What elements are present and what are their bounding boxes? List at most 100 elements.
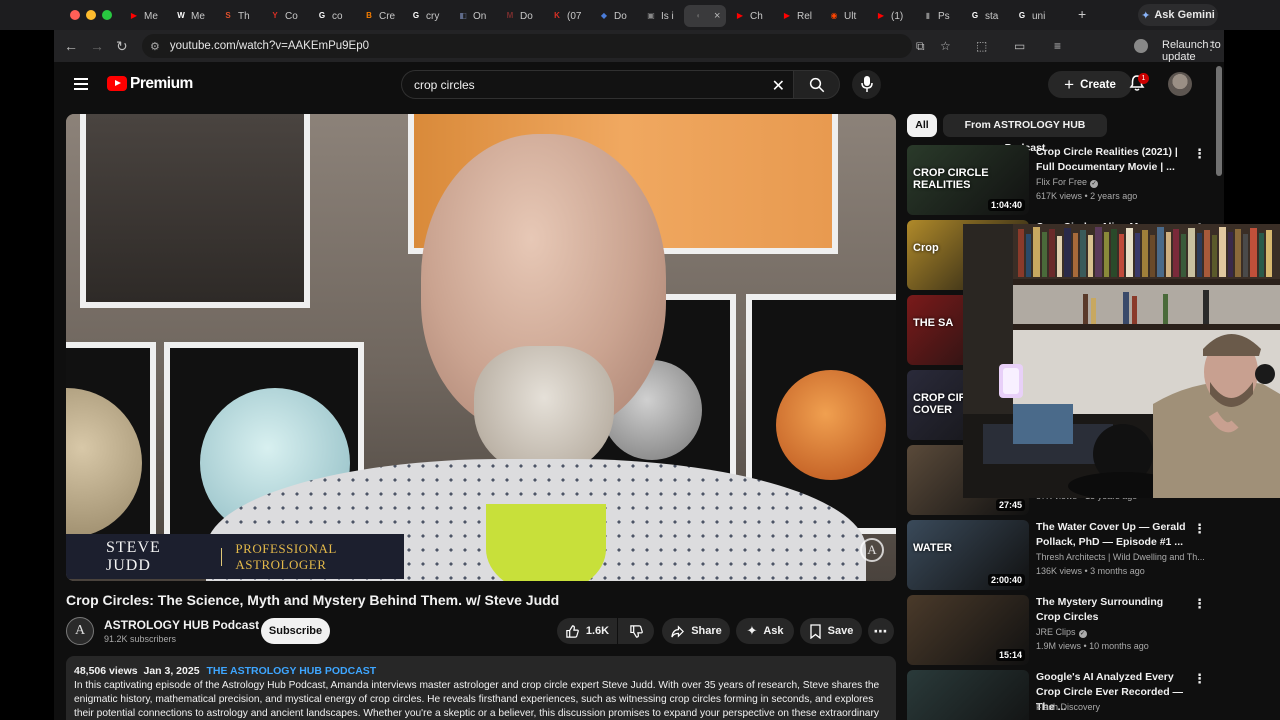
sidebar-scrollbar[interactable] (1216, 66, 1222, 176)
tab-label: sta (985, 10, 999, 22)
browser-tab[interactable]: Y Co (261, 5, 308, 27)
voice-search-button[interactable] (852, 70, 881, 99)
recommendation-card[interactable]: 15:14 The Mystery Surrounding Crop Circle… (907, 595, 1207, 665)
browser-tab[interactable]: B Cre (355, 5, 402, 27)
recommendation-channel[interactable]: JRE Clips ✓ (1036, 627, 1206, 638)
browser-tab[interactable]: ◖ × (684, 5, 726, 27)
chip-from-channel[interactable]: From ASTROLOGY HUB Podcast (943, 114, 1107, 154)
channel-watermark[interactable]: A (860, 538, 884, 562)
ask-button[interactable]: ✦ Ask (736, 618, 794, 644)
reload-icon[interactable]: ↻ (116, 38, 128, 54)
browser-tab[interactable]: Guni (1008, 5, 1055, 27)
more-vert-icon[interactable]: ⋮ (1193, 147, 1206, 160)
hashtag-link[interactable]: THE ASTROLOGY HUB PODCAST (206, 665, 376, 677)
browser-tab[interactable]: ▮ Ps (914, 5, 961, 27)
recommendation-channel[interactable]: Flash Discovery (1036, 702, 1206, 712)
share-button[interactable]: Share (662, 618, 730, 644)
recommendation-channel[interactable]: Thresh Architects | Wild Dwelling and Th… (1036, 552, 1206, 562)
search-input[interactable]: crop circles ✕ (401, 70, 793, 99)
browser-tab[interactable]: M Do (496, 5, 543, 27)
video-thumbnail[interactable]: 15:14 (907, 595, 1029, 665)
channel-avatar[interactable]: A (66, 617, 94, 645)
youtube-logo-icon[interactable] (107, 76, 127, 91)
browser-tab[interactable]: Gco (308, 5, 355, 27)
tab-label: Do (520, 10, 533, 22)
recommendation-card[interactable]: CROP CIRCLE REALITIES 1:04:40 Crop Circle … (907, 145, 1207, 215)
tab-label: Do (614, 10, 627, 22)
sidepanel-icon[interactable]: ▭ (1014, 38, 1025, 54)
browser-tab[interactable]: ▶ Ch (726, 5, 773, 27)
browser-tab-strip: ▶ Me W Me S Th Y Co Gco B Cre Gcry ◧ On M Do K (07 ◆ Do ▣ Is … (0, 0, 1280, 30)
recommendation-title[interactable]: The Water Cover Up — Gerald Pollack, PhD… (1036, 520, 1188, 550)
logo-text[interactable]: Premium (130, 75, 193, 93)
profile-avatar[interactable] (1134, 39, 1148, 53)
search-button[interactable] (793, 70, 840, 99)
more-actions-button[interactable]: ⋯ (868, 618, 894, 644)
webcam-scene (963, 224, 1280, 498)
recommendation-channel[interactable]: Flix For Free ✓ (1036, 177, 1206, 188)
tab-close-icon[interactable]: × (714, 10, 720, 22)
subscribe-button[interactable]: Subscribe (261, 618, 330, 644)
lower-third-role: PROFESSIONAL ASTROLOGER (235, 540, 337, 572)
bookmark-star-icon[interactable]: ☆ (940, 38, 951, 54)
clear-search-icon[interactable]: ✕ (772, 76, 785, 96)
address-bar[interactable]: ⚙ youtube.com/watch?v=AAKEmPu9Ep0 (142, 34, 912, 58)
recommendation-meta: 136K views • 3 months ago (1036, 566, 1145, 576)
description-box[interactable]: 48,506 views Jan 3, 2025 THE ASTROLOGY H… (66, 656, 896, 720)
browser-tab[interactable]: K (07 (543, 5, 590, 27)
back-arrow-icon[interactable]: ← (64, 38, 78, 54)
more-vert-icon[interactable]: ⋮ (1193, 597, 1206, 610)
extensions-icon[interactable]: ⬚ (976, 38, 987, 54)
chip-all[interactable]: All (907, 114, 937, 137)
recommendation-title[interactable]: The Mystery Surrounding Crop Circles (1036, 595, 1188, 625)
menu-icon[interactable] (74, 78, 88, 90)
new-tab-button[interactable]: + (1078, 6, 1086, 22)
account-avatar[interactable] (1168, 72, 1192, 96)
browser-tab[interactable]: W Me (167, 5, 214, 27)
tab-label: (1) (891, 10, 904, 22)
tab-label: co (332, 10, 343, 22)
browser-tab[interactable]: ▶ Me (120, 5, 167, 27)
maximize-window-button[interactable] (102, 10, 112, 20)
minimize-window-button[interactable] (86, 10, 96, 20)
browser-tab[interactable]: S Th (214, 5, 261, 27)
verified-check-icon: ✓ (1090, 180, 1099, 188)
close-window-button[interactable] (70, 10, 80, 20)
create-button[interactable]: + Create (1048, 71, 1132, 98)
video-thumbnail[interactable]: WATER 2:00:40 (907, 520, 1029, 590)
video-player[interactable]: STEVE JUDD PROFESSIONAL ASTROLOGER A (66, 114, 896, 581)
more-vert-icon[interactable]: ⋮ (1193, 522, 1206, 535)
browser-tab[interactable]: Gcry (402, 5, 449, 27)
recommendation-title[interactable]: Crop Circle Realities (2021) | Full Docu… (1036, 145, 1188, 175)
video-duration: 1:04:40 (987, 199, 1025, 211)
browser-tab[interactable]: ▶ Rel (773, 5, 820, 27)
microphone-icon (861, 76, 873, 92)
more-vert-icon[interactable]: ⋮ (1193, 672, 1206, 685)
browser-tab[interactable]: ▣ Is i (637, 5, 684, 27)
video-thumbnail[interactable] (907, 670, 1029, 720)
browser-tab[interactable]: Gsta (961, 5, 1008, 27)
site-info-icon[interactable]: ⚙ (150, 40, 160, 53)
like-button[interactable]: 1.6K (557, 618, 617, 644)
subscriber-count: 91.2K subscribers (104, 634, 177, 644)
recommendation-card[interactable]: WATER 2:00:40 The Water Cover Up — Gerald … (907, 520, 1207, 590)
tab-label: uni (1032, 10, 1046, 22)
more-vert-icon[interactable]: ⋮ (1205, 38, 1217, 54)
video-thumbnail[interactable]: CROP CIRCLE REALITIES 1:04:40 (907, 145, 1029, 215)
channel-name[interactable]: ASTROLOGY HUB Podcast (104, 618, 259, 632)
dislike-button[interactable] (618, 618, 654, 644)
forward-arrow-icon[interactable]: → (90, 38, 104, 54)
tab-label: On (473, 10, 487, 22)
recommendation-card[interactable]: Google's AI Analyzed Every Crop Circle E… (907, 670, 1207, 720)
browser-tab[interactable]: ◧ On (449, 5, 496, 27)
description-meta: 48,506 views Jan 3, 2025 THE ASTROLOGY H… (74, 665, 888, 677)
reading-list-icon[interactable]: ≡ (1054, 38, 1061, 54)
thumbnail-text: CROP CIRCLE REALITIES (913, 167, 989, 191)
save-button[interactable]: Save (800, 618, 862, 644)
tab-favicon-icon: G (412, 11, 420, 20)
cast-icon[interactable]: ⧉ (916, 38, 925, 54)
browser-tab[interactable]: ▶ (1) (867, 5, 914, 27)
browser-tab[interactable]: ◉ Ult (820, 5, 867, 27)
browser-tab[interactable]: ◆ Do (590, 5, 637, 27)
ask-gemini-button[interactable]: ✦ Ask Gemini (1138, 4, 1218, 26)
